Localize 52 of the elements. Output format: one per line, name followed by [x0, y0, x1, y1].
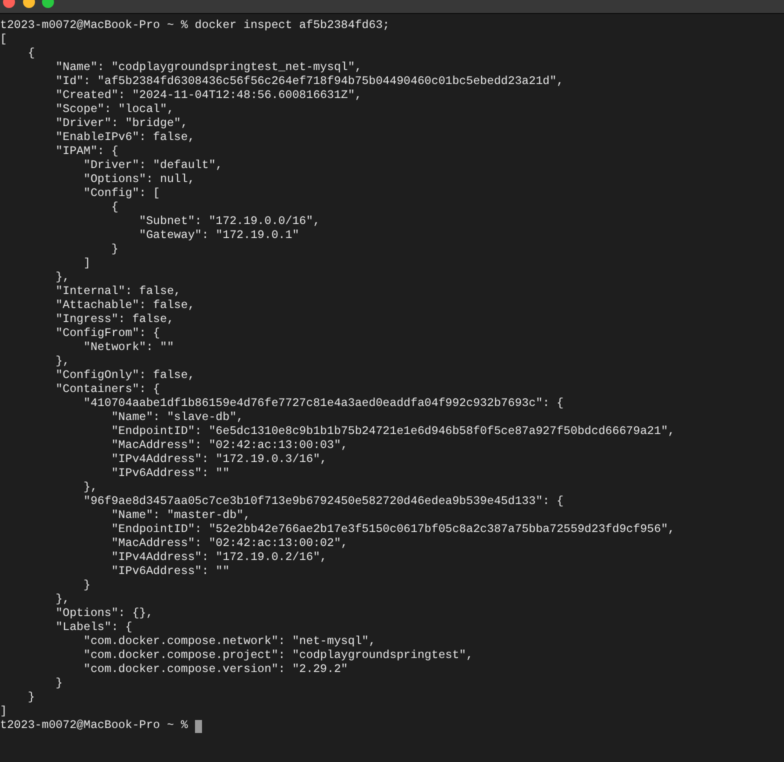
terminal-line: "Labels": {: [54, 621, 132, 635]
terminal-line: "Config": [: [82, 187, 160, 201]
terminal-line: "Name": "codplaygroundspringtest_net-mysql",: [54, 61, 362, 75]
terminal-line: "Id": "af5b2384fd6308436c56f56c264ef718f94b75b04490460c01bc5ebedd23a21d",: [54, 75, 564, 89]
terminal-line: "Created": "2024-11-04T12:48:56.600816631Z",: [54, 89, 362, 103]
terminal-line: },: [54, 593, 70, 607]
terminal-line: "410704aabe1df1b86159e4d76fe7727c81e4a3aed0eaddfa04f992c932b7693c": {: [82, 397, 564, 411]
terminal-line: t2023-m0072@MacBook-Pro ~ % docker inspect af5b2384fd63;: [0, 19, 390, 33]
shell-prompt: t2023-m0072@MacBook-Pro ~ %: [0, 719, 188, 733]
terminal-line: "MacAddress": "02:42:ac:13:00:02",: [110, 537, 348, 551]
terminal-line: "EndpointID": "6e5dc1310e8c9b1b1b75b24721e1e6d946b58f0f5ce87a927f50bdcd66679a21",: [110, 425, 675, 439]
terminal-line: "IPv4Address": "172.19.0.2/16",: [110, 551, 327, 565]
terminal-line: ]: [0, 705, 7, 719]
terminal-line: "Options": {},: [54, 607, 154, 621]
terminal-line: "IPv6Address": "": [110, 565, 230, 579]
terminal-line: "Network": "": [82, 341, 174, 355]
terminal-line: "MacAddress": "02:42:ac:13:00:03",: [110, 439, 348, 453]
terminal-line: "Ingress": false,: [54, 313, 174, 327]
text-cursor: [194, 720, 202, 732]
terminal-line: "com.docker.compose.network": "net-mysql",: [82, 635, 376, 649]
terminal-line: "Gateway": "172.19.0.1": [138, 229, 300, 243]
terminal-line: {: [110, 201, 118, 215]
terminal-line: "com.docker.compose.version": "2.29.2": [82, 663, 348, 677]
terminal-line: },: [54, 355, 70, 369]
terminal-line: "Scope": "local",: [54, 103, 174, 117]
terminal-line: "ConfigFrom": {: [54, 327, 160, 341]
terminal-line: "96f9ae8d3457aa05c7ce3b10f713e9b6792450e582720d46edea9b539e45d133": {: [82, 495, 564, 509]
terminal-line: "Name": "slave-db",: [110, 411, 244, 425]
terminal-line: },: [82, 481, 98, 495]
terminal-line: "Driver": "bridge",: [54, 117, 188, 131]
terminal-line: "com.docker.compose.project": "codplaygroundspringtest",: [82, 649, 474, 663]
terminal-line: "IPv6Address": "": [110, 467, 230, 481]
terminal-line: },: [54, 271, 70, 285]
terminal-line: }: [82, 579, 90, 593]
terminal-line: ]: [82, 257, 90, 271]
terminal-line: {: [26, 47, 35, 61]
terminal-line: }: [26, 691, 35, 705]
terminal-line: "IPAM": {: [54, 145, 118, 159]
terminal-line: "Internal": false,: [54, 285, 181, 299]
terminal-line: }: [110, 243, 118, 257]
terminal-line: "Options": null,: [82, 173, 195, 187]
terminal-line: "Subnet": "172.19.0.0/16",: [138, 215, 320, 229]
terminal-line: "Attachable": false,: [54, 299, 195, 313]
terminal-line: }: [54, 677, 63, 691]
terminal-line: [: [0, 33, 7, 47]
terminal-line: "Containers": {: [54, 383, 160, 397]
terminal-line: "EnableIPv6": false,: [54, 131, 195, 145]
terminal-line: "EndpointID": "52e2bb42e766ae2b17e3f5150c0617bf05c8a2c387a75bba72559d23fd9cf956",: [110, 523, 675, 537]
terminal-line: "Name": "master-db",: [110, 509, 250, 523]
terminal-line: "Driver": "default",: [82, 159, 223, 173]
terminal-line: "ConfigOnly": false,: [54, 369, 195, 383]
terminal-line: "IPv4Address": "172.19.0.3/16",: [110, 453, 327, 467]
